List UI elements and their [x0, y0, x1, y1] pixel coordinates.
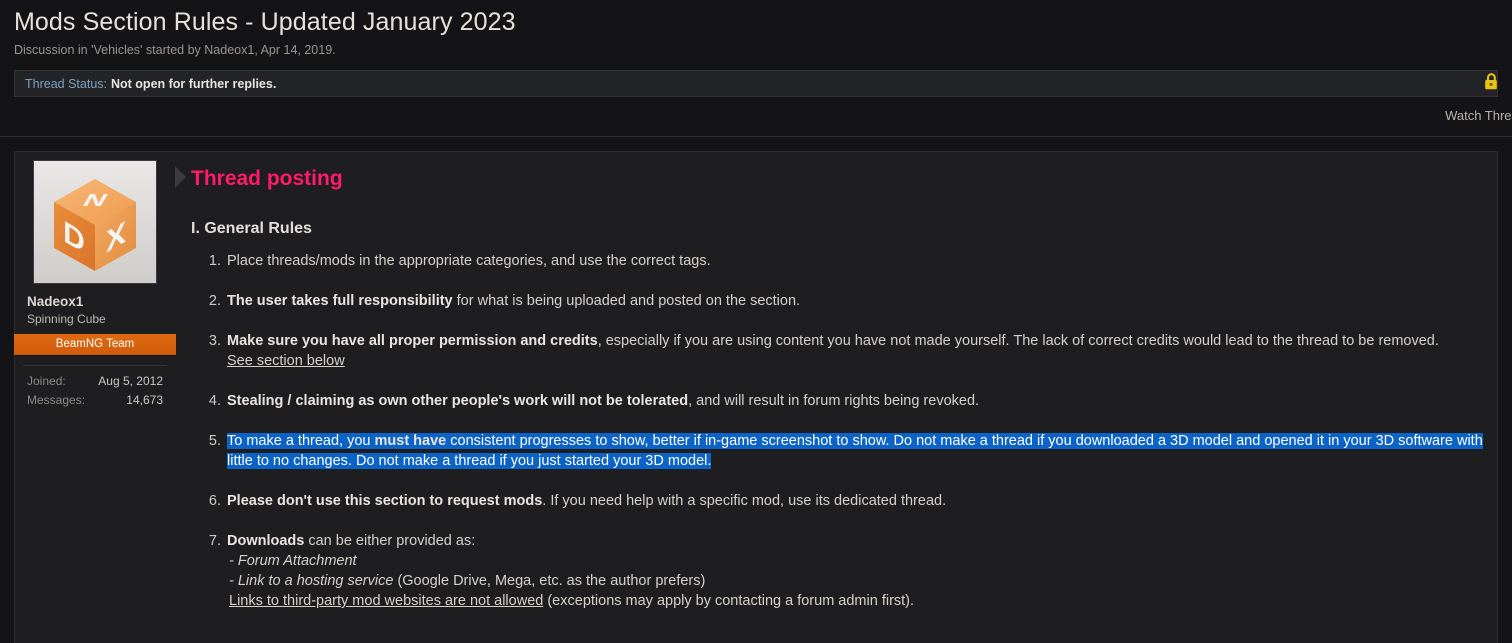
stat-value: 14,673: [126, 393, 163, 407]
rule-bold: must have: [374, 433, 447, 449]
stat-value: Aug 5, 2012: [98, 374, 163, 388]
author-name[interactable]: Nadeox1: [27, 294, 167, 310]
author-title: Spinning Cube: [27, 312, 106, 326]
stat-key: Messages:: [27, 393, 86, 407]
rule-item-1: Place threads/mods in the appropriate ca…: [225, 251, 1491, 271]
section-heading: I. General Rules: [191, 220, 312, 237]
rule-sub-italic: - Link to a hosting service: [229, 573, 394, 589]
rule-sub-text: (Google Drive, Mega, etc. as the author …: [393, 573, 706, 589]
selected-text-highlight: To make a thread, you must have consiste…: [227, 433, 1483, 469]
rules-list: Place threads/mods in the appropriate ca…: [191, 251, 1491, 611]
rule-text: . If you need help with a specific mod, …: [542, 493, 947, 509]
thread-status-label: Thread Status:: [25, 76, 107, 91]
post-heading: Thread posting: [191, 167, 343, 190]
beamng-cube-avatar-icon: N D X: [34, 161, 156, 283]
thread-actions-row: Watch Thread: [0, 97, 1512, 137]
rule-bold: Please don't use this section to request…: [227, 493, 543, 509]
thread-subtitle: Discussion in 'Vehicles' started by Nade…: [14, 43, 336, 57]
author-team-banner: BeamNG Team: [14, 334, 176, 355]
post-body: Thread posting I. General Rules Place th…: [175, 152, 1497, 643]
rule-text: , and will result in forum rights being …: [688, 393, 980, 409]
avatar[interactable]: N D X: [33, 160, 157, 284]
watch-thread-link[interactable]: Watch Thread: [1445, 108, 1512, 123]
rule-text: can be either provided as:: [304, 533, 476, 549]
author-meta: Nadeox1 Spinning Cube: [23, 294, 167, 327]
rule-bold: Make sure you have all proper permission…: [227, 333, 598, 349]
post-container: N D X Nadeox1 Spinning Cube BeamNG Team …: [14, 151, 1498, 643]
rule-item-4: Stealing / claiming as own other people'…: [225, 391, 1491, 411]
stat-key: Joined:: [27, 374, 66, 388]
thread-status-box: Thread Status: Not open for further repl…: [14, 70, 1498, 97]
rule-sub-forum-attachment: - Forum Attachment: [229, 553, 357, 569]
rule-sub-third-party: Links to third-party mod websites are no…: [227, 591, 1491, 611]
forum-thread-page: Mods Section Rules - Updated January 202…: [0, 0, 1512, 643]
post-author-panel: N D X Nadeox1 Spinning Cube BeamNG Team …: [14, 152, 186, 643]
rule-bold: Downloads: [227, 533, 305, 549]
rule-text: Place threads/mods in the appropriate ca…: [227, 253, 711, 269]
page-title: Mods Section Rules - Updated January 202…: [14, 8, 516, 36]
author-stats: Joined: Aug 5, 2012 Messages: 14,673: [23, 365, 167, 410]
thread-status-row: Thread Status: Not open for further repl…: [14, 70, 1498, 97]
rule-item-6: Please don't use this section to request…: [225, 491, 1491, 511]
rule-item-5: To make a thread, you must have consiste…: [225, 431, 1491, 471]
post-pointer-arrow: [175, 166, 186, 188]
stat-row-messages: Messages: 14,673: [23, 391, 167, 410]
thread-status-value: Not open for further replies.: [111, 76, 277, 91]
rule-bold: Stealing / claiming as own other people'…: [227, 393, 689, 409]
rule-item-7: Downloads can be either provided as: - F…: [225, 531, 1491, 611]
rule-text: To make a thread, you: [227, 433, 375, 449]
lock-icon: [1484, 72, 1498, 92]
stat-row-joined: Joined: Aug 5, 2012: [23, 372, 167, 391]
rule-item-3: Make sure you have all proper permission…: [225, 331, 1491, 371]
rule-item-2: The user takes full responsibility for w…: [225, 291, 1491, 311]
rule-sub-hosting-service: - Link to a hosting service (Google Driv…: [227, 571, 1491, 591]
rule-text: for what is being uploaded and posted on…: [452, 293, 801, 309]
rule-text: , especially if you are using content yo…: [597, 333, 1439, 349]
rule-bold: The user takes full responsibility: [227, 293, 453, 309]
rule-sub-underline[interactable]: Links to third-party mod websites are no…: [229, 593, 543, 609]
rule-link-see-section-below[interactable]: See section below: [227, 353, 345, 369]
rule-sub-text: (exceptions may apply by contacting a fo…: [543, 593, 915, 609]
thread-header: Mods Section Rules - Updated January 202…: [0, 0, 1512, 58]
